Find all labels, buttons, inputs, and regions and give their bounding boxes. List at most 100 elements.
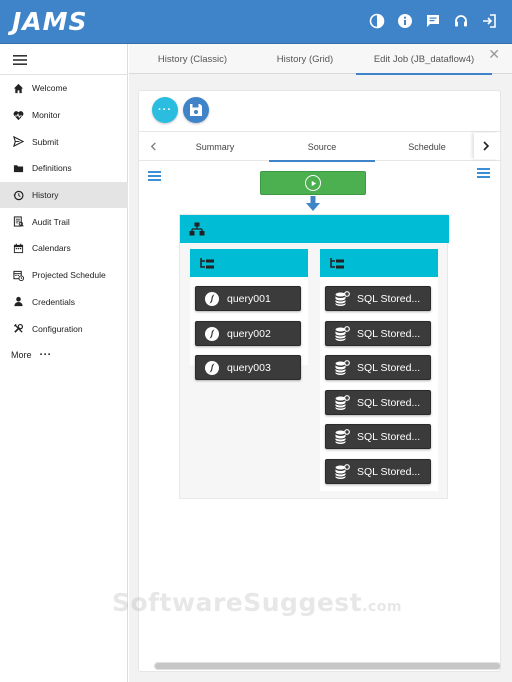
horizontal-scrollbar[interactable] <box>154 662 501 670</box>
task-block[interactable]: query002 <box>195 321 301 346</box>
task-label: SQL Stored... <box>357 292 421 305</box>
watermark: SoftwareSuggest.com <box>112 588 402 617</box>
task-label: SQL Stored... <box>357 361 421 374</box>
subtab-bar: Summary Source Schedule <box>139 131 500 162</box>
send-icon <box>12 136 24 148</box>
task-label: SQL Stored... <box>357 430 421 443</box>
logout-icon[interactable] <box>480 12 498 30</box>
home-icon <box>12 82 24 94</box>
task-block[interactable]: query003 <box>195 355 301 380</box>
sidebar-item-calendars[interactable]: Calendars <box>0 235 128 262</box>
sidebar-item-label: Credentials <box>32 296 75 307</box>
sequence-branch-right[interactable]: SQL Stored... SQL Stored... SQL Stored..… <box>320 249 438 491</box>
sidebar: Welcome Monitor Submit Definitions Histo… <box>0 44 128 682</box>
dataflow-task-icon <box>204 326 220 342</box>
scrollbar-thumb[interactable] <box>155 663 500 669</box>
sequence-header[interactable] <box>190 249 308 277</box>
close-tab-icon[interactable]: ✕ <box>488 46 500 63</box>
task-block[interactable]: SQL Stored... <box>325 321 431 346</box>
sidebar-item-label: Audit Trail <box>32 216 70 227</box>
database-gear-icon <box>334 428 350 445</box>
dataflow-task-icon <box>204 291 220 307</box>
watermark-suffix: .com <box>362 599 402 615</box>
sequence-header[interactable] <box>320 249 438 277</box>
info-icon[interactable] <box>396 12 414 30</box>
contrast-icon[interactable] <box>368 12 386 30</box>
sidebar-item-history[interactable]: History <box>0 181 128 209</box>
task-block[interactable]: SQL Stored... <box>325 286 431 311</box>
task-label: query003 <box>227 361 271 374</box>
jams-logo: JAMS <box>12 7 88 36</box>
sidebar-item-credentials[interactable]: Credentials <box>0 289 128 316</box>
sidebar-item-audit-trail[interactable]: Audit Trail <box>0 208 128 235</box>
flow-arrow-icon <box>306 196 320 211</box>
sequence-icon <box>200 258 214 269</box>
watermark-text: SoftwareSuggest <box>112 588 363 617</box>
subtab-summary[interactable]: Summary <box>167 132 263 161</box>
history-icon <box>12 189 24 201</box>
play-icon <box>305 175 321 191</box>
sidebar-item-label: Submit <box>32 136 59 147</box>
task-block[interactable]: SQL Stored... <box>325 390 431 415</box>
tools-icon <box>12 323 24 335</box>
task-label: SQL Stored... <box>357 465 421 478</box>
chevron-right-icon[interactable] <box>474 133 498 159</box>
sidebar-item-label: Configuration <box>32 323 83 334</box>
sidebar-item-definitions[interactable]: Definitions <box>0 155 128 182</box>
hamburger-menu-icon[interactable] <box>12 52 28 68</box>
main-content: History (Classic) History (Grid) Edit Jo… <box>129 44 512 682</box>
sidebar-item-configuration[interactable]: Configuration <box>0 315 128 342</box>
database-gear-icon <box>334 290 350 307</box>
task-label: query002 <box>227 327 271 340</box>
chat-icon[interactable] <box>424 12 442 30</box>
sidebar-item-label: History <box>32 190 59 201</box>
subtab-source[interactable]: Source <box>269 132 375 162</box>
sidebar-item-label: Monitor <box>32 110 61 121</box>
right-panel-menu-icon[interactable] <box>477 168 490 178</box>
more-dots-icon: ... <box>39 345 52 358</box>
sidebar-item-label: Projected Schedule <box>32 270 106 281</box>
subtab-schedule[interactable]: Schedule <box>381 132 473 161</box>
database-gear-icon <box>334 463 350 480</box>
chevron-left-icon[interactable] <box>145 138 161 154</box>
headset-icon[interactable] <box>452 12 470 30</box>
database-gear-icon <box>334 325 350 342</box>
sidebar-more-label: More <box>11 349 32 360</box>
task-block[interactable]: SQL Stored... <box>325 355 431 380</box>
save-icon <box>190 104 202 116</box>
tab-history-classic[interactable]: History (Classic) <box>129 44 256 74</box>
task-block[interactable]: SQL Stored... <box>325 459 431 484</box>
task-label: SQL Stored... <box>357 327 421 340</box>
database-gear-icon <box>334 394 350 411</box>
folder-icon <box>12 162 24 174</box>
subtab-label: Source <box>307 141 337 152</box>
edit-job-panel: ··· Summary Source Schedule query001 que… <box>138 90 501 672</box>
tab-bar: History (Classic) History (Grid) Edit Jo… <box>129 44 512 75</box>
sidebar-more[interactable]: More ... <box>0 342 128 368</box>
calendar-icon <box>12 242 24 254</box>
task-block[interactable]: SQL Stored... <box>325 424 431 449</box>
user-icon <box>12 296 24 308</box>
sidebar-item-label: Calendars <box>32 243 71 254</box>
left-panel-menu-icon[interactable] <box>148 171 161 181</box>
sidebar-item-projected-schedule[interactable]: Projected Schedule <box>0 262 128 289</box>
parallel-icon <box>189 222 205 236</box>
task-label: SQL Stored... <box>357 396 421 409</box>
database-gear-icon <box>334 359 350 376</box>
more-actions-button[interactable]: ··· <box>152 97 178 123</box>
sidebar-item-submit[interactable]: Submit <box>0 128 128 155</box>
parallel-group[interactable]: query001 query002 query003 SQL Stored...… <box>179 214 449 499</box>
save-button[interactable] <box>183 97 209 123</box>
tab-history-grid[interactable]: History (Grid) <box>256 44 354 74</box>
tab-edit-job[interactable]: Edit Job (JB_dataflow4) <box>354 44 494 75</box>
parallel-group-header[interactable] <box>180 215 449 243</box>
sidebar-item-label: Welcome <box>32 83 68 94</box>
workflow-start-block[interactable] <box>260 171 366 195</box>
task-label: query001 <box>227 292 271 305</box>
sidebar-item-monitor[interactable]: Monitor <box>0 102 128 129</box>
sidebar-item-label: Definitions <box>32 163 72 174</box>
sidebar-item-welcome[interactable]: Welcome <box>0 75 128 102</box>
sequence-branch-left[interactable]: query001 query002 query003 <box>190 249 308 380</box>
task-block[interactable]: query001 <box>195 286 301 311</box>
audit-icon <box>12 216 24 228</box>
